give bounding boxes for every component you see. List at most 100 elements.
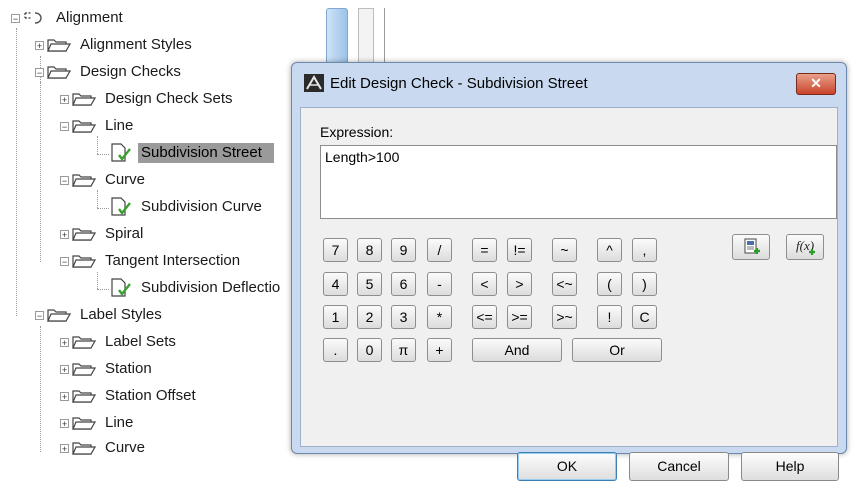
folder-icon	[72, 336, 96, 349]
tree-label: Alignment Styles	[80, 36, 192, 53]
key-greater-approx[interactable]: >~	[552, 305, 577, 329]
folder-icon	[72, 228, 96, 241]
tree-node-curve[interactable]: − Curve	[60, 170, 148, 190]
collapse-icon[interactable]: −	[35, 310, 44, 320]
expand-icon[interactable]: +	[60, 229, 69, 239]
folder-open-icon	[72, 174, 96, 187]
tree-label: Subdivision Street	[138, 143, 274, 163]
key-less-approx[interactable]: <~	[552, 272, 577, 296]
design-check-icon	[111, 143, 131, 162]
key-less-than[interactable]: <	[472, 272, 497, 296]
tree-node-alignment-styles[interactable]: + Alignment Styles	[35, 35, 195, 55]
key-close-paren[interactable]: )	[632, 272, 657, 296]
key-4[interactable]: 4	[323, 272, 348, 296]
key-6[interactable]: 6	[391, 272, 416, 296]
key-equals[interactable]: =	[472, 238, 497, 262]
and-button[interactable]: And	[472, 338, 562, 362]
autocad-app-icon	[304, 74, 324, 92]
tree-node-line-label[interactable]: + Line	[60, 413, 136, 433]
tree-node-alignment[interactable]: − Alignment	[11, 8, 126, 28]
collapse-icon[interactable]: −	[11, 13, 20, 23]
key-9[interactable]: 9	[391, 238, 416, 262]
tree-label: Design Check Sets	[105, 90, 233, 107]
tree-node-tangent-intersection[interactable]: − Tangent Intersection	[60, 251, 243, 271]
ok-button[interactable]: OK	[517, 452, 617, 481]
close-icon: ✕	[810, 75, 822, 91]
key-0[interactable]: 0	[357, 338, 382, 362]
background-scrollbar-thumb	[326, 8, 348, 70]
tree-node-label-styles[interactable]: − Label Styles	[35, 305, 165, 325]
expand-icon[interactable]: +	[60, 94, 69, 104]
insert-property-button[interactable]	[732, 234, 770, 260]
key-clear[interactable]: C	[632, 305, 657, 329]
key-not[interactable]: !	[597, 305, 622, 329]
tree-node-subdivision-deflection[interactable]: Subdivision Deflectio	[110, 278, 283, 298]
insert-function-button[interactable]: f(x)	[786, 234, 824, 260]
design-check-icon	[111, 197, 131, 216]
key-comma[interactable]: ,	[632, 238, 657, 262]
dialog-title: Edit Design Check - Subdivision Street	[330, 75, 588, 92]
key-5[interactable]: 5	[357, 272, 382, 296]
expression-input[interactable]: Length>100	[320, 145, 837, 219]
key-multiply[interactable]: *	[427, 305, 452, 329]
tree-node-design-check-sets[interactable]: + Design Check Sets	[60, 89, 236, 109]
tree-label: Label Sets	[105, 333, 176, 350]
tree-node-subdivision-curve[interactable]: Subdivision Curve	[110, 197, 265, 217]
tree-label: Line	[105, 117, 134, 134]
folder-icon	[72, 442, 96, 455]
key-approx[interactable]: ~	[552, 238, 577, 262]
alignment-icon	[24, 12, 42, 24]
tree-node-subdivision-street[interactable]: Subdivision Street	[110, 143, 274, 163]
style-tree: − Alignment + Alignment Styles − Design …	[0, 0, 300, 458]
folder-open-icon	[47, 66, 71, 79]
insert-property-icon	[744, 238, 760, 254]
tree-node-curve-label[interactable]: + Curve	[60, 438, 148, 458]
tree-node-label-sets[interactable]: + Label Sets	[60, 332, 179, 352]
key-decimal[interactable]: .	[323, 338, 348, 362]
key-8[interactable]: 8	[357, 238, 382, 262]
key-less-equal[interactable]: <=	[472, 305, 497, 329]
key-power[interactable]: ^	[597, 238, 622, 262]
key-7[interactable]: 7	[323, 238, 348, 262]
folder-open-icon	[72, 255, 96, 268]
close-button[interactable]: ✕	[796, 73, 836, 95]
expand-icon[interactable]: +	[60, 337, 69, 347]
expand-icon[interactable]: +	[60, 391, 69, 401]
tree-node-spiral[interactable]: + Spiral	[60, 224, 146, 244]
tree-label: Subdivision Curve	[141, 198, 262, 215]
or-button[interactable]: Or	[572, 338, 662, 362]
key-pi[interactable]: π	[391, 338, 416, 362]
collapse-icon[interactable]: −	[35, 67, 44, 77]
tree-label: Design Checks	[80, 63, 181, 80]
key-divide[interactable]: /	[427, 238, 452, 262]
expand-icon[interactable]: +	[60, 364, 69, 374]
key-greater-than[interactable]: >	[507, 272, 532, 296]
expand-icon[interactable]: +	[60, 443, 69, 453]
cancel-button[interactable]: Cancel	[629, 452, 729, 481]
edit-design-check-dialog: Edit Design Check - Subdivision Street ✕…	[291, 62, 847, 481]
key-plus[interactable]: +	[427, 338, 452, 362]
collapse-icon[interactable]: −	[60, 121, 69, 131]
collapse-icon[interactable]: −	[60, 175, 69, 185]
tree-node-station-offset[interactable]: + Station Offset	[60, 386, 199, 406]
background-divider	[384, 8, 385, 68]
key-minus[interactable]: -	[427, 272, 452, 296]
key-open-paren[interactable]: (	[597, 272, 622, 296]
key-not-equals[interactable]: !=	[507, 238, 532, 262]
expand-icon[interactable]: +	[60, 418, 69, 428]
key-3[interactable]: 3	[391, 305, 416, 329]
collapse-icon[interactable]: −	[60, 256, 69, 266]
folder-icon	[72, 417, 96, 430]
key-greater-equal[interactable]: >=	[507, 305, 532, 329]
dialog-titlebar[interactable]: Edit Design Check - Subdivision Street ✕	[292, 63, 846, 105]
tree-label: Curve	[105, 439, 146, 456]
insert-function-icon: f(x)	[796, 238, 815, 255]
dialog-body: Expression: Length>100 7 8 9 / = != ~ ^ …	[300, 107, 839, 481]
help-button[interactable]: Help	[741, 452, 839, 481]
expand-icon[interactable]: +	[35, 40, 44, 50]
key-2[interactable]: 2	[357, 305, 382, 329]
tree-node-line[interactable]: − Line	[60, 116, 136, 136]
tree-node-design-checks[interactable]: − Design Checks	[35, 62, 184, 82]
tree-node-station[interactable]: + Station	[60, 359, 155, 379]
key-1[interactable]: 1	[323, 305, 348, 329]
